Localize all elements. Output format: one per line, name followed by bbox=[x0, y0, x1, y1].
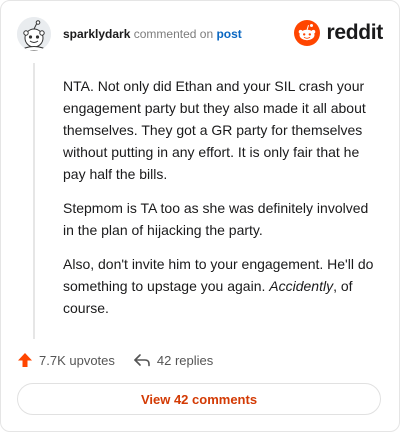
upvote-count: 7.7K upvotes bbox=[39, 352, 115, 368]
reddit-brand[interactable]: reddit bbox=[294, 19, 383, 47]
reply-icon bbox=[134, 354, 150, 367]
comment-header: sparklydark commented on post reddit bbox=[17, 17, 383, 53]
comment-body: NTA. Not only did Ethan and your SIL cra… bbox=[63, 75, 383, 331]
avatar[interactable] bbox=[17, 17, 51, 51]
thread-line[interactable] bbox=[33, 63, 35, 339]
commented-on-text: commented on bbox=[133, 27, 214, 41]
post-link[interactable]: post bbox=[216, 27, 241, 41]
snoo-avatar-icon bbox=[17, 17, 51, 51]
reply-count: 42 replies bbox=[156, 352, 214, 368]
comment-card: sparklydark commented on post reddit NTA… bbox=[0, 0, 400, 432]
reddit-logo-icon bbox=[294, 20, 321, 46]
upvote-button[interactable]: 7.7K upvotes bbox=[17, 352, 115, 368]
comment-paragraph-1: NTA. Not only did Ethan and your SIL cra… bbox=[63, 78, 366, 182]
view-comments-button[interactable]: View 42 comments bbox=[17, 383, 381, 415]
username-link[interactable]: sparklydark bbox=[63, 27, 130, 41]
reddit-wordmark: reddit bbox=[326, 21, 383, 44]
reply-button[interactable]: 42 replies bbox=[133, 352, 213, 368]
comment-paragraph-3: Also, don't invite him to your engagemen… bbox=[63, 253, 383, 319]
upvote-arrow-icon bbox=[18, 353, 32, 367]
comment-meta: sparklydark commented on post bbox=[63, 27, 242, 41]
comment-italic-word: Accidently bbox=[269, 278, 334, 294]
comment-actions: 7.7K upvotes 42 replies bbox=[17, 349, 213, 371]
comment-paragraph-2: Stepmom is TA too as she was definitely … bbox=[63, 200, 369, 238]
